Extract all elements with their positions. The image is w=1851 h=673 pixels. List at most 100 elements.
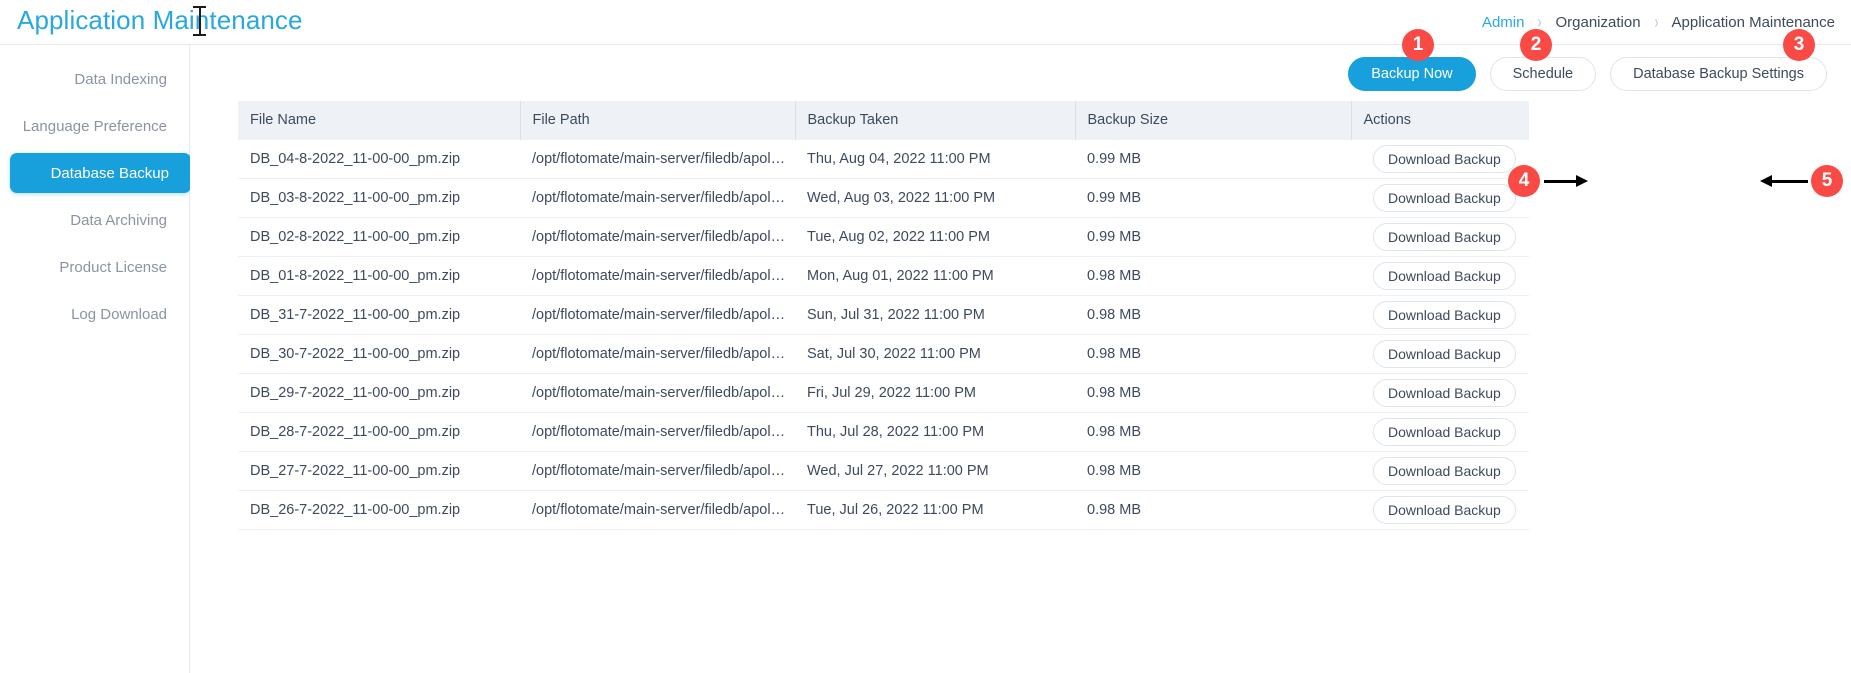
cell-actions: Download Backup <box>1351 451 1529 491</box>
backup-now-button[interactable]: Backup Now <box>1348 57 1476 91</box>
sidebar-item-database-backup[interactable]: Database Backup <box>10 153 191 193</box>
cell-file-path: /opt/flotomate/main-server/filedb/apol… <box>520 490 795 530</box>
sidebar-item-data-indexing[interactable]: Data Indexing <box>0 59 189 99</box>
backup-table-container: File Name File Path Backup Taken Backup … <box>238 101 1529 530</box>
callout-badge-5: 5 <box>1811 165 1843 197</box>
sidebar-item-product-license[interactable]: Product License <box>0 247 189 287</box>
cell-actions: Download Backup <box>1351 334 1529 374</box>
table-row: DB_29-7-2022_11-00-00_pm.zip/opt/flotoma… <box>238 373 1529 413</box>
file-path-text: /opt/flotomate/main-server/filedb/apol… <box>532 228 786 245</box>
cell-actions: Download Backup <box>1351 295 1529 335</box>
cell-actions: Download Backup <box>1351 178 1529 218</box>
table-row: DB_30-7-2022_11-00-00_pm.zip/opt/flotoma… <box>238 334 1529 374</box>
actions-group: Download Backup <box>1363 339 1529 368</box>
sidebar-item-log-download[interactable]: Log Download <box>0 294 189 334</box>
cell-backup-size: 0.99 MB <box>1075 178 1351 218</box>
column-header-file-name: File Name <box>238 101 521 139</box>
main-content: Backup Now Schedule Database Backup Sett… <box>190 45 1851 673</box>
download-backup-button[interactable]: Download Backup <box>1373 339 1516 368</box>
callout-badge-4: 4 <box>1508 165 1540 197</box>
sidebar-item-label: Log Download <box>71 305 167 323</box>
cell-backup-size: 0.98 MB <box>1075 451 1351 491</box>
download-backup-button[interactable]: Download Backup <box>1373 144 1516 173</box>
cell-backup-size: 0.98 MB <box>1075 256 1351 296</box>
download-backup-button[interactable]: Download Backup <box>1373 222 1516 251</box>
cell-file-name: DB_30-7-2022_11-00-00_pm.zip <box>238 334 520 374</box>
schedule-button[interactable]: Schedule <box>1489 57 1597 91</box>
table-row: DB_31-7-2022_11-00-00_pm.zip/opt/flotoma… <box>238 295 1529 335</box>
cell-actions: Download Backup <box>1351 412 1529 452</box>
cell-backup-taken: Tue, Jul 26, 2022 11:00 PM <box>795 490 1075 530</box>
cell-backup-taken: Fri, Jul 29, 2022 11:00 PM <box>795 373 1075 413</box>
cell-backup-taken: Mon, Aug 01, 2022 11:00 PM <box>795 256 1075 296</box>
cell-backup-size: 0.98 MB <box>1075 412 1351 452</box>
cell-file-path: /opt/flotomate/main-server/filedb/apol… <box>520 178 795 218</box>
callout-arrow-4 <box>1544 175 1588 187</box>
cell-file-name: DB_26-7-2022_11-00-00_pm.zip <box>238 490 520 530</box>
sidebar-item-label: Data Archiving <box>70 211 167 229</box>
cell-file-name: DB_31-7-2022_11-00-00_pm.zip <box>238 295 520 335</box>
cell-file-path: /opt/flotomate/main-server/filedb/apol… <box>520 295 795 335</box>
breadcrumb-separator-icon: › <box>1654 11 1658 34</box>
action-toolbar: Backup Now Schedule Database Backup Sett… <box>1348 57 1827 91</box>
download-backup-button[interactable]: Download Backup <box>1373 495 1516 524</box>
cell-file-name: DB_27-7-2022_11-00-00_pm.zip <box>238 451 520 491</box>
cell-file-path: /opt/flotomate/main-server/filedb/apol… <box>520 138 795 179</box>
column-header-backup-taken: Backup Taken <box>795 101 1076 139</box>
top-bar: Application Maintenance Admin › Organiza… <box>0 0 1851 45</box>
cell-file-path: /opt/flotomate/main-server/filedb/apol… <box>520 412 795 452</box>
file-path-text: /opt/flotomate/main-server/filedb/apol… <box>532 267 786 284</box>
cell-backup-size: 0.98 MB <box>1075 373 1351 413</box>
download-backup-button[interactable]: Download Backup <box>1373 300 1516 329</box>
cell-backup-size: 0.98 MB <box>1075 295 1351 335</box>
cell-backup-taken: Thu, Jul 28, 2022 11:00 PM <box>795 412 1075 452</box>
table-header-row: File Name File Path Backup Taken Backup … <box>238 101 1529 139</box>
sidebar-item-label: Data Indexing <box>74 70 167 88</box>
cell-actions: Download Backup <box>1351 138 1529 179</box>
sidebar-item-label: Database Backup <box>50 164 169 182</box>
actions-group: Download Backup <box>1363 183 1529 212</box>
sidebar-item-label: Product License <box>59 258 167 276</box>
cell-file-name: DB_02-8-2022_11-00-00_pm.zip <box>238 217 520 257</box>
app-root: Application Maintenance Admin › Organiza… <box>0 0 1851 673</box>
cell-backup-taken: Sat, Jul 30, 2022 11:00 PM <box>795 334 1075 374</box>
callout-arrow-5 <box>1760 175 1808 187</box>
cell-backup-size: 0.98 MB <box>1075 490 1351 530</box>
actions-group: Download Backup <box>1363 495 1529 524</box>
cell-backup-taken: Wed, Aug 03, 2022 11:00 PM <box>795 178 1075 218</box>
file-path-text: /opt/flotomate/main-server/filedb/apol… <box>532 462 786 479</box>
sidebar-item-data-archiving[interactable]: Data Archiving <box>0 200 189 240</box>
download-backup-button[interactable]: Download Backup <box>1373 417 1516 446</box>
breadcrumb-item-organization[interactable]: Organization <box>1555 14 1640 31</box>
file-path-text: /opt/flotomate/main-server/filedb/apol… <box>532 306 786 323</box>
breadcrumb-item-admin[interactable]: Admin <box>1482 14 1525 31</box>
file-path-text: /opt/flotomate/main-server/filedb/apol… <box>532 423 786 440</box>
download-backup-button[interactable]: Download Backup <box>1373 261 1516 290</box>
cell-actions: Download Backup <box>1351 217 1529 257</box>
cell-actions: Download Backup <box>1351 490 1529 530</box>
file-path-text: /opt/flotomate/main-server/filedb/apol… <box>532 384 786 401</box>
download-backup-button[interactable]: Download Backup <box>1373 456 1516 485</box>
cell-file-name: DB_04-8-2022_11-00-00_pm.zip <box>238 138 520 179</box>
actions-group: Download Backup <box>1363 456 1529 485</box>
table-row: DB_03-8-2022_11-00-00_pm.zip/opt/flotoma… <box>238 178 1529 218</box>
callout-badge-2: 2 <box>1520 29 1552 61</box>
column-header-backup-size: Backup Size <box>1075 101 1352 139</box>
sidebar-item-language-preference[interactable]: Language Preference <box>0 106 189 146</box>
table-row: DB_04-8-2022_11-00-00_pm.zip/opt/flotoma… <box>238 138 1529 179</box>
cell-backup-taken: Sun, Jul 31, 2022 11:00 PM <box>795 295 1075 335</box>
download-backup-button[interactable]: Download Backup <box>1373 183 1516 212</box>
actions-group: Download Backup <box>1363 378 1529 407</box>
download-backup-button[interactable]: Download Backup <box>1373 378 1516 407</box>
actions-group: Download Backup <box>1363 300 1529 329</box>
file-path-text: /opt/flotomate/main-server/filedb/apol… <box>532 345 786 362</box>
actions-group: Download Backup <box>1363 417 1529 446</box>
database-backup-settings-button[interactable]: Database Backup Settings <box>1610 57 1827 91</box>
breadcrumb-item-application-maintenance: Application Maintenance <box>1671 14 1835 31</box>
actions-group: Download Backup <box>1363 222 1529 251</box>
actions-group: Download Backup <box>1363 144 1529 173</box>
cell-file-name: DB_29-7-2022_11-00-00_pm.zip <box>238 373 520 413</box>
callout-badge-3: 3 <box>1783 29 1815 61</box>
cell-file-path: /opt/flotomate/main-server/filedb/apol… <box>520 334 795 374</box>
table-row: DB_27-7-2022_11-00-00_pm.zip/opt/flotoma… <box>238 451 1529 491</box>
